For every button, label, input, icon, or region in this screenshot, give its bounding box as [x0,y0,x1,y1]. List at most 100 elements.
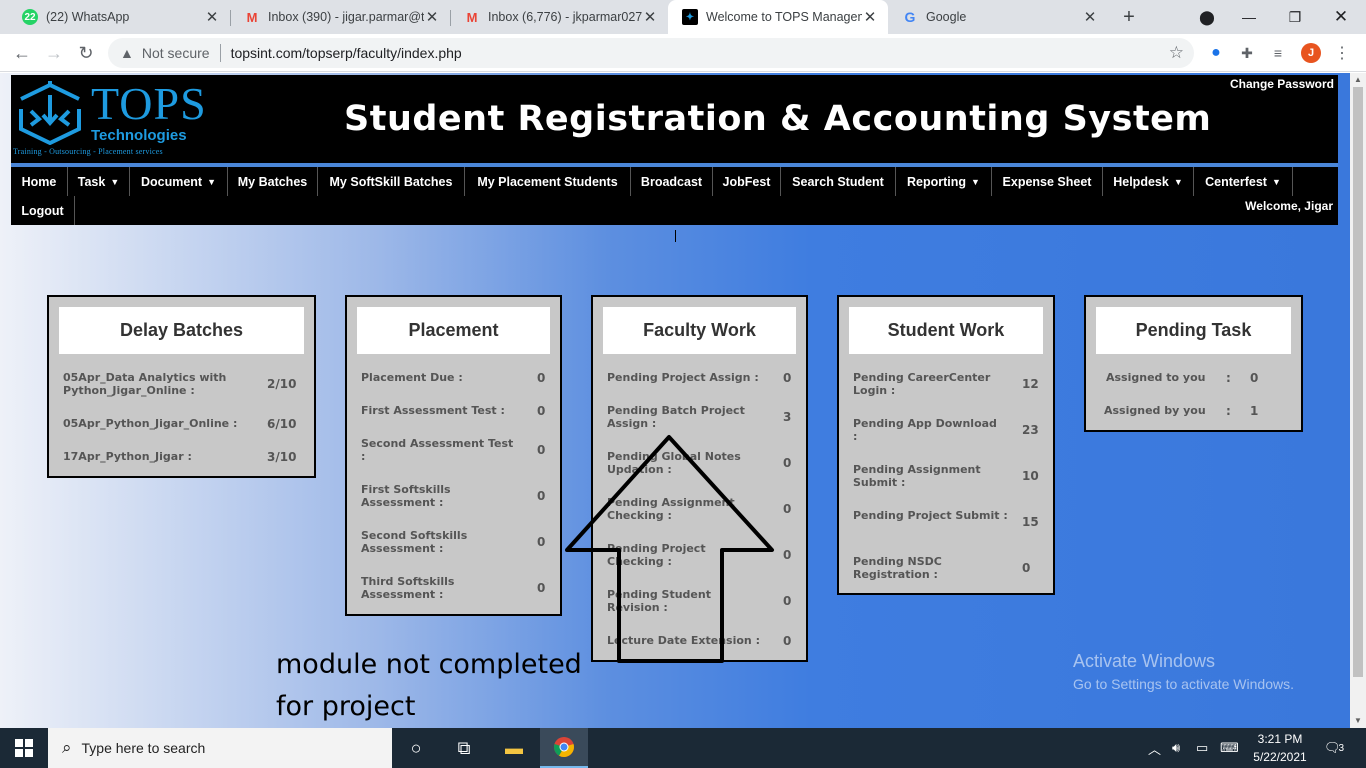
restore-icon[interactable]: ❐ [1272,0,1318,34]
task-view-icon[interactable]: ⧉ [440,728,488,768]
annotation-arrow-icon [565,435,774,663]
close-icon[interactable]: ✕ [424,8,440,26]
close-window-icon[interactable]: ✕ [1318,0,1364,34]
close-icon[interactable]: ✕ [862,8,878,26]
card-row-value: 0 [783,502,792,516]
browser-toolbar: ← → ↻ ▲ Not secure topsint.com/topserp/f… [0,34,1366,72]
profile-avatar[interactable]: J [1301,43,1321,63]
card-row-label: First Assessment Test : [361,404,505,417]
nav-helpdesk[interactable]: Helpdesk ▼ [1103,167,1194,196]
card-title: Faculty Work [603,307,796,354]
annotation-line: module not completed [276,649,582,680]
tray-chevron-icon[interactable]: ︿ [1148,728,1161,768]
card-row-label: Pending Project Assign : [607,371,759,384]
watermark-title: Activate Windows [1073,651,1216,671]
card-row-label: 05Apr_Data Analytics with Python_Jigar_O… [63,371,227,397]
tab-whatsapp[interactable]: 22 (22) WhatsApp ✕ [8,0,230,34]
reload-icon[interactable]: ↻ [74,41,98,65]
nav-jobfest[interactable]: JobFest [713,167,781,196]
page-scrollbar[interactable]: ▲ ▼ [1350,73,1366,728]
change-password-link[interactable]: Change Password [1230,77,1334,91]
start-button[interactable] [0,728,48,768]
chrome-taskbar-icon[interactable] [540,728,588,768]
volume-icon[interactable]: 🔊︎ [1172,728,1180,768]
card-row-colon: : [1226,371,1231,385]
card-pending-task: Pending Task Assigned to you : 0 Assigne… [1084,295,1303,432]
nav-document[interactable]: Document ▼ [130,167,228,196]
browser-tab-strip: 22 (22) WhatsApp ✕ M Inbox (390) - jigar… [0,0,1366,34]
nav-expense-sheet[interactable]: Expense Sheet [992,167,1103,196]
nav-logout[interactable]: Logout [11,196,75,225]
annotation-line: for project [276,691,416,722]
card-title: Delay Batches [59,307,304,354]
nav-broadcast[interactable]: Broadcast [631,167,713,196]
address-divider [219,44,221,62]
nav-home[interactable]: Home [11,167,68,196]
taskbar-clock[interactable]: 3:21 PM 5/22/2021 [1240,730,1320,766]
menu-kebab-icon[interactable]: ⋮ [1332,43,1352,63]
page-body: TOPS Technologies Training - Outsourcing… [0,73,1350,728]
url-text[interactable]: topsint.com/topserp/faculty/index.php [231,45,462,61]
taskbar-search-box[interactable]: ⌕ Type here to search [48,728,392,768]
tab-gmail-1[interactable]: M Inbox (390) - jigar.parmar@to ✕ [230,0,450,34]
nav-label: Home [21,174,57,189]
card-row-value: 0 [537,443,546,457]
cortana-icon[interactable]: ○ [392,728,440,768]
page-title: Student Registration & Accounting System [344,99,1212,139]
nav-reporting[interactable]: Reporting ▼ [896,167,992,196]
tab-gmail-2[interactable]: M Inbox (6,776) - jkparmar027@ ✕ [450,0,668,34]
nav-my-batches[interactable]: My Batches [228,167,318,196]
card-placement: Placement Placement Due : 0 First Assess… [345,295,562,616]
address-bar[interactable]: ▲ Not secure topsint.com/topserp/faculty… [108,38,1194,68]
card-row-value: 15 [1022,515,1039,529]
card-row-value: 6/10 [267,417,297,431]
tab-google[interactable]: G Google ✕ [888,0,1108,34]
card-row-value: 10 [1022,469,1039,483]
extension-globe-icon[interactable]: ● [1206,43,1226,63]
forward-icon[interactable]: → [42,41,66,65]
logo-subtext: Technologies [91,127,187,144]
card-row-value: 0 [783,594,792,608]
windows-taskbar: ⌕ Type here to search ○ ⧉ ▬ ︿ 🔊︎ ▭ ⌨ 3:2… [0,728,1366,768]
file-explorer-icon[interactable]: ▬ [490,728,538,768]
main-nav: Home Task ▼ Document ▼ My Batches My SoftS… [11,167,1338,225]
card-delay-batches: Delay Batches 05Apr_Data Analytics with … [47,295,316,478]
nav-my-softskill-batches[interactable]: My SoftSkill Batches [318,167,465,196]
notification-center-icon[interactable]: 🗨︎ 3 [1324,728,1344,768]
security-label: Not secure [141,45,210,61]
keyboard-icon[interactable]: ⌨ [1220,728,1239,768]
media-queue-icon[interactable]: ≡ [1268,43,1288,63]
cube-logo-icon [19,81,81,145]
close-icon[interactable]: ✕ [204,8,220,26]
text-cursor [675,230,676,242]
close-icon[interactable]: ✕ [1082,8,1098,26]
nav-task[interactable]: Task ▼ [68,167,130,196]
card-title: Student Work [849,307,1043,354]
annotation-note: module not completed for project [276,644,582,728]
scroll-down-icon[interactable]: ▼ [1350,714,1366,728]
search-placeholder: Type here to search [81,740,206,756]
scroll-up-icon[interactable]: ▲ [1350,73,1366,87]
back-icon[interactable]: ← [10,41,34,65]
bookmark-star-icon[interactable]: ☆ [1169,43,1184,63]
network-icon[interactable]: ▭ [1196,728,1208,768]
close-icon[interactable]: ✕ [642,8,658,26]
card-row-value: 1 [1250,404,1259,418]
tab-title: Google [926,10,967,24]
card-row-label: Pending NSDC Registration : [853,555,942,581]
card-row-label: Pending App Download : [853,417,997,443]
nav-label: Broadcast [640,174,703,189]
nav-my-placement-students[interactable]: My Placement Students [465,167,631,196]
scroll-thumb[interactable] [1353,87,1363,677]
tab-search-icon[interactable]: ⬤ [1184,0,1230,34]
minimize-icon[interactable]: — [1226,0,1272,34]
new-tab-icon[interactable]: + [1118,6,1140,28]
extensions-puzzle-icon[interactable]: ✚ [1237,43,1257,63]
nav-centerfest[interactable]: Centerfest ▼ [1194,167,1293,196]
nav-search-student[interactable]: Search Student [781,167,896,196]
card-row-value: 0 [1022,561,1031,575]
search-icon: ⌕ [62,738,72,757]
caret-down-icon: ▼ [1271,176,1281,187]
clock-date: 5/22/2021 [1253,750,1307,764]
tab-tops[interactable]: ✦ Welcome to TOPS Manageme ✕ [668,0,888,34]
